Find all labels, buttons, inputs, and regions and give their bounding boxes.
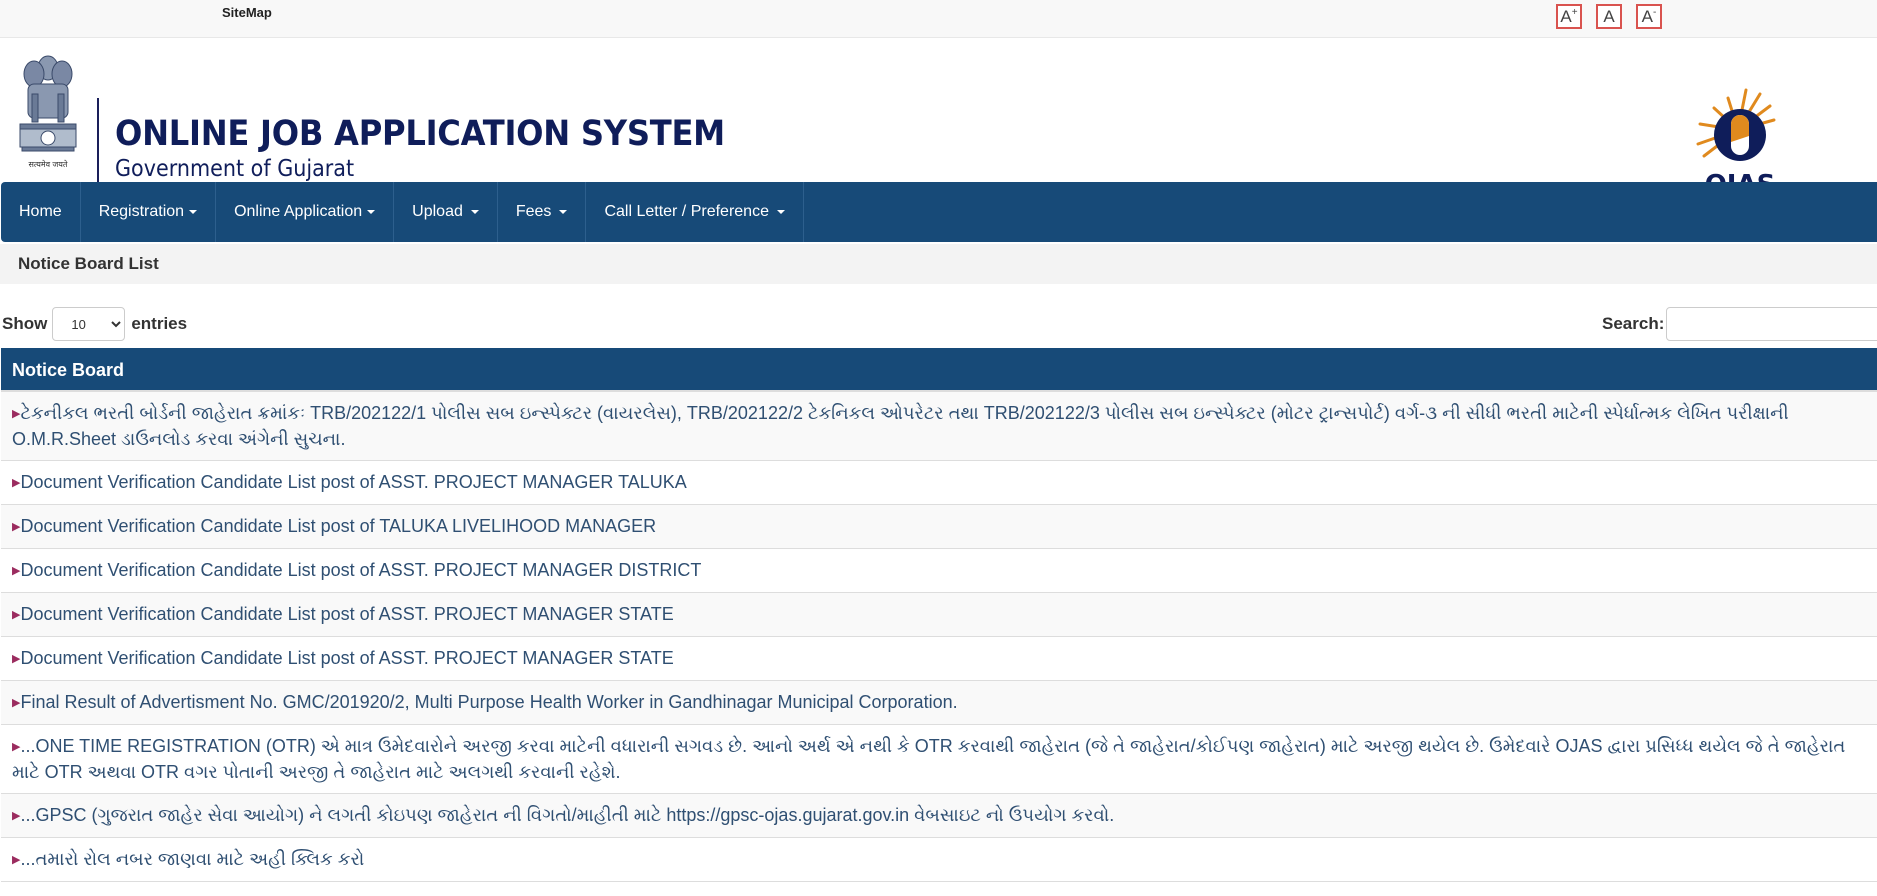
- caret-down-icon: [189, 210, 198, 214]
- entries-label: entries: [131, 314, 188, 333]
- table-row[interactable]: ▶...GPSC (ગુજરાત જાહેર સેવા આયોગ) ને લગત…: [1, 794, 1877, 838]
- nav-fees[interactable]: Fees: [498, 182, 587, 242]
- font-normal-label: A: [1603, 6, 1615, 26]
- panel-title: Notice Board List: [0, 244, 1877, 284]
- nav-online-application-label: Online Application: [234, 203, 363, 220]
- nav-fees-label: Fees: [515, 203, 552, 220]
- site-subtitle: Government of Gujarat: [115, 156, 355, 182]
- font-increase-button[interactable]: A +: [1556, 4, 1582, 29]
- nav-registration-label: Registration: [98, 203, 185, 220]
- table-row[interactable]: ▶Document Verification Candidate List po…: [1, 593, 1877, 637]
- nav-upload[interactable]: Upload: [394, 182, 498, 242]
- site-header: सत्यमेव जयते ONLINE JOB APPLICATION SYST…: [0, 38, 1877, 200]
- notice-link[interactable]: ટેકનીકલ ભરતી બોર્ડની જાહેરાત ક્રમાંકઃ TR…: [12, 403, 1789, 449]
- nav-home-label: Home: [19, 203, 62, 220]
- entries-length-control: Show 10 entries: [2, 307, 187, 341]
- search-label: Search:: [1602, 314, 1665, 333]
- font-increase-sup: +: [1571, 7, 1578, 18]
- font-normal-button[interactable]: A: [1596, 4, 1622, 29]
- search-input[interactable]: [1666, 307, 1877, 341]
- main-navbar: Home Registration Online Application Upl…: [1, 182, 1877, 242]
- font-decrease-sup: -: [1653, 7, 1657, 18]
- table-row[interactable]: ▶Document Verification Candidate List po…: [1, 505, 1877, 549]
- table-header: Notice Board: [1, 348, 1877, 392]
- emblem-caption: सत्यमेव जयते: [29, 159, 68, 169]
- notice-link[interactable]: Document Verification Candidate List pos…: [20, 472, 686, 492]
- nav-upload-label: Upload: [412, 203, 463, 220]
- site-title: ONLINE JOB APPLICATION SYSTEM: [115, 114, 725, 154]
- national-emblem-icon: सत्यमेव जयते: [19, 55, 77, 169]
- notice-link[interactable]: Final Result of Advertisment No. GMC/201…: [20, 692, 957, 712]
- font-size-controls: A + A A-: [1556, 4, 1662, 29]
- notice-link[interactable]: Document Verification Candidate List pos…: [20, 516, 656, 536]
- nav-call-letter-label: Call Letter / Preference: [604, 203, 769, 220]
- table-row[interactable]: ▶Document Verification Candidate List po…: [1, 549, 1877, 593]
- caret-down-icon: [559, 210, 568, 214]
- table-row[interactable]: ▶Document Verification Candidate List po…: [1, 637, 1877, 681]
- notice-link[interactable]: ...તમારો રોલ નબર જાણવા માટે અહી ક્લિક કર…: [20, 849, 364, 869]
- font-decrease-button[interactable]: A-: [1636, 4, 1662, 29]
- header-divider: [97, 98, 99, 188]
- nav-online-application[interactable]: Online Application: [216, 182, 395, 242]
- font-decrease-label: A: [1641, 6, 1653, 26]
- show-label: Show: [2, 314, 48, 333]
- notice-link[interactable]: Document Verification Candidate List pos…: [20, 648, 673, 668]
- table-row[interactable]: ▶...તમારો રોલ નબર જાણવા માટે અહી ક્લિક ક…: [1, 838, 1877, 882]
- search-control: Search:: [1602, 307, 1877, 341]
- notice-link[interactable]: ...GPSC (ગુજરાત જાહેર સેવા આયોગ) ને લગતી…: [20, 805, 1114, 825]
- table-controls: Show 10 entries Search:: [0, 307, 1877, 343]
- caret-down-icon: [367, 210, 376, 214]
- nav-home[interactable]: Home: [1, 182, 81, 242]
- nav-registration[interactable]: Registration: [81, 182, 217, 242]
- notice-link[interactable]: Document Verification Candidate List pos…: [20, 604, 673, 624]
- sitemap-link[interactable]: SiteMap: [222, 5, 272, 20]
- entries-select[interactable]: 10: [52, 307, 126, 341]
- table-row[interactable]: ▶ટેકનીકલ ભરતી બોર્ડની જાહેરાત ક્રમાંકઃ T…: [1, 392, 1877, 461]
- notice-link[interactable]: ...ONE TIME REGISTRATION (OTR) એ માત્ર ઉ…: [12, 736, 1845, 782]
- table-row[interactable]: ▶Final Result of Advertisment No. GMC/20…: [1, 681, 1877, 725]
- table-body: ▶ટેકનીકલ ભરતી બોર્ડની જાહેરાત ક્રમાંકઃ T…: [1, 392, 1877, 882]
- font-increase-label: A: [1560, 6, 1572, 26]
- table-row[interactable]: ▶...ONE TIME REGISTRATION (OTR) એ માત્ર …: [1, 725, 1877, 794]
- notice-link[interactable]: Document Verification Candidate List pos…: [20, 560, 701, 580]
- caret-down-icon: [776, 210, 785, 214]
- notice-board-table: Notice Board ▶ટેકનીકલ ભરતી બોર્ડની જાહેર…: [1, 348, 1877, 882]
- table-row[interactable]: ▶Document Verification Candidate List po…: [1, 461, 1877, 505]
- top-utility-bar: SiteMap A + A A-: [0, 0, 1877, 38]
- nav-call-letter-preference[interactable]: Call Letter / Preference: [586, 182, 804, 242]
- caret-down-icon: [470, 210, 479, 214]
